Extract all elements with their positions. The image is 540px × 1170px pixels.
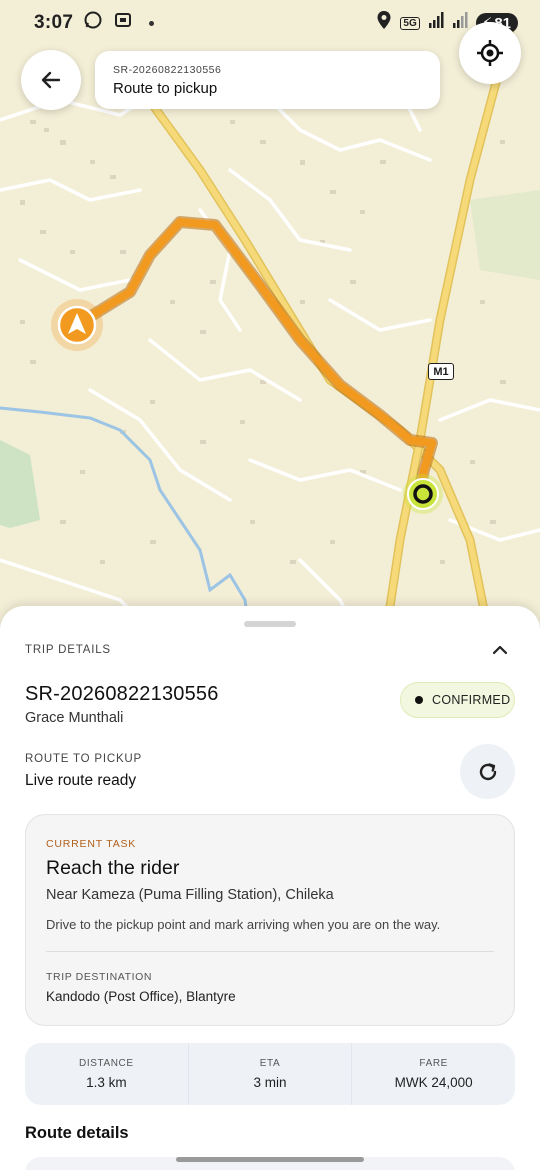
header-title: Route to pickup [113,80,218,97]
stat-label: FARE [419,1058,448,1069]
stat-distance: DISTANCE 1.3 km [25,1043,188,1105]
driver-location-marker [51,299,103,351]
status-time: 3:07 [34,12,74,33]
recenter-location-button[interactable] [459,22,521,84]
stat-value: 3 min [253,1075,287,1090]
sheet-drag-handle[interactable] [244,621,296,627]
home-indicator[interactable] [176,1157,364,1162]
status-bar: 3:07 5G ⚡ 81 [0,0,540,46]
section-label: TRIP DETAILS [25,644,111,656]
signal-icon-1 [428,11,444,35]
collapse-sheet-button[interactable] [490,640,510,665]
route-status: Live route ready [25,772,137,789]
crosshair-icon [477,40,503,66]
header-card: SR-20260822130556 Route to pickup [95,51,440,109]
pickup-marker [403,474,443,514]
task-title: Reach the rider [46,857,180,879]
status-badge: CONFIRMED [400,682,515,718]
stat-value: MWK 24,000 [394,1075,473,1090]
stat-eta: ETA 3 min [187,1043,352,1105]
route-label: ROUTE TO PICKUP [25,753,143,765]
task-label: CURRENT TASK [46,838,137,850]
task-divider [46,951,494,952]
trip-code: SR-20260822130556 [25,683,219,705]
rider-name: Grace Munthali [25,710,124,726]
stat-label: DISTANCE [79,1058,134,1069]
signal-icon-2 [452,11,468,35]
network-5g-icon: 5G [400,16,420,30]
pickup-place: Near Kameza (Puma Filling Station), Chil… [46,887,334,903]
stat-label: ETA [259,1058,281,1069]
current-task-card: CURRENT TASK Reach the rider Near Kameza… [25,814,515,1026]
screenshot-icon [113,10,133,36]
road-label-m1: M1 [428,363,454,380]
trip-stats: DISTANCE 1.3 km ETA 3 min FARE MWK 24,00… [25,1043,515,1105]
notification-dot-icon [149,20,155,26]
status-dot-icon [415,696,423,704]
arrow-left-icon [41,71,61,89]
header-trip-code: SR-20260822130556 [113,64,222,76]
route-details-heading: Route details [25,1124,129,1142]
refresh-icon [479,762,496,780]
stat-value: 1.3 km [86,1075,127,1090]
stat-fare: FARE MWK 24,000 [351,1043,515,1105]
refresh-route-button[interactable] [460,744,515,799]
trip-details-sheet: TRIP DETAILS SR-20260822130556 Grace Mun… [0,606,540,1170]
status-text: CONFIRMED [432,693,511,707]
back-button[interactable] [21,50,81,110]
chevron-up-icon [492,645,508,655]
destination-value: Kandodo (Post Office), Blantyre [46,989,236,1004]
destination-label: TRIP DESTINATION [46,971,153,983]
whatsapp-icon [83,10,103,36]
location-icon [376,10,392,36]
m1-road [380,28,515,640]
task-description: Drive to the pickup point and mark arriv… [46,917,441,932]
